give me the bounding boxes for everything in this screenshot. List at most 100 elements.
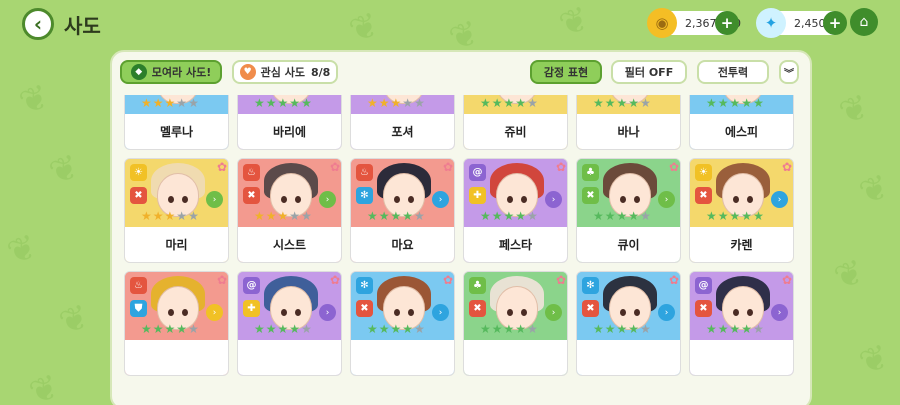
swirl-icon: @ bbox=[695, 277, 712, 294]
filter-label: 필터 OFF bbox=[624, 66, 674, 79]
star-icon: ★ bbox=[164, 322, 176, 336]
gem-counter: ✦ 2,450 + bbox=[756, 8, 847, 38]
character-card[interactable]: ♨ ⛊ › ★ ★ ★ ★ ★ ✿ bbox=[124, 271, 229, 376]
forward-arrow-icon[interactable]: › bbox=[771, 304, 788, 321]
star-icon: ★ bbox=[593, 209, 604, 223]
expand-button[interactable]: ︾ bbox=[779, 60, 799, 84]
character-name: 포셔 bbox=[351, 114, 454, 149]
forward-arrow-icon[interactable]: › bbox=[206, 304, 223, 321]
character-card[interactable]: @✻›★★★★★포셔 bbox=[350, 95, 455, 150]
character-name: 에스피 bbox=[690, 114, 793, 149]
forward-arrow-icon[interactable]: › bbox=[319, 191, 336, 208]
add-gold-button[interactable]: + bbox=[715, 11, 739, 35]
character-card[interactable]: ☀✚›★★★★★바나 bbox=[576, 95, 681, 150]
forward-arrow-icon[interactable]: › bbox=[658, 304, 675, 321]
sort-button[interactable]: 전투력 bbox=[697, 60, 769, 84]
character-card[interactable]: ✻ ✖ › ★ ★ ★ ★ ★ ✿ bbox=[576, 271, 681, 376]
character-card[interactable]: ♣ ✖ › ★ ★ ★ ★ ★ 큐이 ✿ bbox=[576, 158, 681, 263]
character-card[interactable]: ♨ ✻ › ★ ★ ★ ★ ★ 마요 ✿ bbox=[350, 158, 455, 263]
star-rating: ★ ★ ★ ★ ★ bbox=[480, 323, 538, 335]
star-icon: ★ bbox=[628, 96, 640, 110]
chevron-left-icon: ‹ bbox=[33, 12, 43, 36]
star-icon: ★ bbox=[277, 209, 289, 223]
forward-arrow-icon[interactable]: › bbox=[206, 191, 223, 208]
cross-icon: ✖ bbox=[469, 300, 486, 317]
star-icon: ★ bbox=[301, 322, 312, 336]
character-card[interactable]: ☀ ✖ › ★ ★ ★ ★ ★ 마리 ✿ bbox=[124, 158, 229, 263]
forward-arrow-icon[interactable]: › bbox=[771, 191, 788, 208]
star-icon: ★ bbox=[164, 209, 176, 223]
back-button[interactable]: ‹ bbox=[22, 8, 54, 40]
cross-icon: ✖ bbox=[356, 300, 373, 317]
forward-arrow-icon[interactable]: › bbox=[545, 191, 562, 208]
character-card[interactable]: @ ✚ › ★ ★ ★ ★ ★ ✿ bbox=[237, 271, 342, 376]
character-name: 카렌 bbox=[690, 227, 793, 262]
favorite-button[interactable]: ♥ 관심 사도 8/8 bbox=[232, 60, 338, 84]
star-rating: ★ ★ ★ ★ ★ bbox=[254, 97, 312, 109]
favorite-flower-icon: ✿ bbox=[329, 273, 340, 287]
star-icon: ★ bbox=[277, 96, 289, 110]
star-icon: ★ bbox=[141, 96, 152, 110]
star-icon: ★ bbox=[141, 322, 152, 336]
star-icon: ★ bbox=[152, 209, 164, 223]
forward-arrow-icon[interactable]: › bbox=[319, 304, 336, 321]
character-name: 큐이 bbox=[577, 227, 680, 262]
cross-icon: ✖ bbox=[582, 187, 599, 204]
character-card[interactable]: ☀✖›★★★★★쥬비 bbox=[463, 95, 568, 150]
character-card[interactable]: ♨ ✖ › ★ ★ ★ ★ ★ 시스트 ✿ bbox=[237, 158, 342, 263]
character-name: 마리 bbox=[125, 227, 228, 262]
favorite-flower-icon: ✿ bbox=[555, 160, 566, 174]
star-rating: ★ ★ ★ ★ ★ bbox=[706, 210, 764, 222]
forward-arrow-icon[interactable]: › bbox=[545, 304, 562, 321]
star-icon: ★ bbox=[301, 96, 312, 110]
star-icon: ★ bbox=[491, 96, 503, 110]
character-card[interactable]: ✻✚›★★★★★멜루나 bbox=[124, 95, 229, 150]
star-icon: ★ bbox=[491, 209, 503, 223]
star-icon: ★ bbox=[753, 209, 764, 223]
star-icon: ★ bbox=[402, 209, 414, 223]
page-title: 사도 bbox=[64, 14, 101, 38]
star-icon: ★ bbox=[604, 209, 616, 223]
star-icon: ★ bbox=[176, 96, 188, 110]
character-card[interactable]: ♣ ✖ › ★ ★ ★ ★ ★ ✿ bbox=[463, 271, 568, 376]
star-rating: ★ ★ ★ ★ ★ bbox=[706, 323, 764, 335]
home-button[interactable]: ⌂ bbox=[850, 8, 878, 36]
gather-button[interactable]: ◆ 모여라 사도! bbox=[120, 60, 222, 84]
star-icon: ★ bbox=[265, 322, 277, 336]
forward-arrow-icon[interactable]: › bbox=[432, 304, 449, 321]
star-icon: ★ bbox=[402, 322, 414, 336]
character-card[interactable]: @ ✚ › ★ ★ ★ ★ ★ 페스타 ✿ bbox=[463, 158, 568, 263]
star-rating: ★ ★ ★ ★ ★ bbox=[367, 97, 425, 109]
filter-button[interactable]: 필터 OFF bbox=[611, 60, 687, 84]
forward-arrow-icon[interactable]: › bbox=[432, 191, 449, 208]
star-icon: ★ bbox=[527, 209, 538, 223]
favorite-flower-icon: ✿ bbox=[216, 160, 227, 174]
star-icon: ★ bbox=[414, 96, 425, 110]
snowflake-icon: ✻ bbox=[356, 277, 373, 294]
character-name: 바나 bbox=[577, 114, 680, 149]
chevron-down-icon: ︾ bbox=[784, 68, 794, 80]
emotion-button[interactable]: 감정 표현 bbox=[530, 60, 602, 84]
snowflake-icon: ✻ bbox=[582, 277, 599, 294]
star-icon: ★ bbox=[414, 209, 425, 223]
character-card[interactable]: ✻ ✖ › ★ ★ ★ ★ ★ ✿ bbox=[350, 271, 455, 376]
star-icon: ★ bbox=[277, 322, 289, 336]
cross-icon: ✖ bbox=[582, 300, 599, 317]
favorite-flower-icon: ✿ bbox=[216, 273, 227, 287]
character-card[interactable]: ✻✚›★★★★★에스피 bbox=[689, 95, 794, 150]
character-name: 마요 bbox=[351, 227, 454, 262]
star-icon: ★ bbox=[741, 209, 753, 223]
emotion-label: 감정 표현 bbox=[543, 66, 589, 79]
character-card[interactable]: ☀ ✖ › ★ ★ ★ ★ ★ 카렌 ✿ bbox=[689, 158, 794, 263]
star-icon: ★ bbox=[289, 322, 301, 336]
snowflake-icon: ✻ bbox=[356, 187, 373, 204]
star-icon: ★ bbox=[480, 209, 491, 223]
character-name: 멜루나 bbox=[125, 114, 228, 149]
add-gem-button[interactable]: + bbox=[823, 11, 847, 35]
star-icon: ★ bbox=[480, 322, 491, 336]
character-card[interactable]: @ ✖ › ★ ★ ★ ★ ★ ✿ bbox=[689, 271, 794, 376]
character-card[interactable]: @✖›★★★★★바리에 bbox=[237, 95, 342, 150]
forward-arrow-icon[interactable]: › bbox=[658, 191, 675, 208]
star-icon: ★ bbox=[152, 322, 164, 336]
star-icon: ★ bbox=[265, 96, 277, 110]
